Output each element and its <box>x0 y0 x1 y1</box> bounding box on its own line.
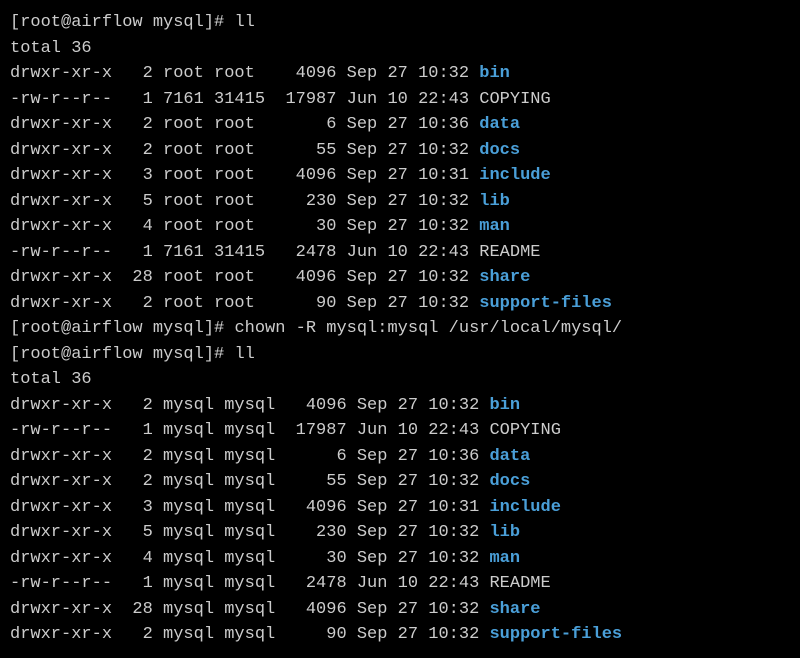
listing-attrs: -rw-r--r-- 1 7161 31415 2478 Jun 10 22:4… <box>10 243 479 262</box>
shell-prompt: [root@airflow mysql]# <box>10 345 234 364</box>
listing-row: -rw-r--r-- 1 7161 31415 17987 Jun 10 22:… <box>10 87 790 113</box>
listing-row: drwxr-xr-x 4 mysql mysql 30 Sep 27 10:32… <box>10 546 790 572</box>
filename: lib <box>479 192 510 211</box>
command-text: ll <box>234 13 254 32</box>
filename: man <box>489 549 520 568</box>
listing-row: drwxr-xr-x 28 root root 4096 Sep 27 10:3… <box>10 265 790 291</box>
filename: share <box>479 268 530 287</box>
prompt-line[interactable]: [root@airflow mysql]# ll <box>10 342 790 368</box>
listing-row: drwxr-xr-x 4 root root 30 Sep 27 10:32 m… <box>10 214 790 240</box>
listing-attrs: drwxr-xr-x 28 root root 4096 Sep 27 10:3… <box>10 268 479 287</box>
listing-row: -rw-r--r-- 1 mysql mysql 2478 Jun 10 22:… <box>10 571 790 597</box>
listing-attrs: drwxr-xr-x 2 root root 90 Sep 27 10:32 <box>10 294 479 313</box>
filename: COPYING <box>479 90 550 109</box>
listing-row: drwxr-xr-x 2 root root 4096 Sep 27 10:32… <box>10 61 790 87</box>
filename: bin <box>489 396 520 415</box>
listing-attrs: drwxr-xr-x 4 root root 30 Sep 27 10:32 <box>10 217 479 236</box>
listing-row: -rw-r--r-- 1 7161 31415 2478 Jun 10 22:4… <box>10 240 790 266</box>
filename: support-files <box>489 625 622 644</box>
listing-attrs: -rw-r--r-- 1 7161 31415 17987 Jun 10 22:… <box>10 90 479 109</box>
listing-attrs: drwxr-xr-x 4 mysql mysql 30 Sep 27 10:32 <box>10 549 489 568</box>
listing-attrs: drwxr-xr-x 5 root root 230 Sep 27 10:32 <box>10 192 479 211</box>
listing-row: drwxr-xr-x 2 mysql mysql 4096 Sep 27 10:… <box>10 393 790 419</box>
listing-row: drwxr-xr-x 2 root root 55 Sep 27 10:32 d… <box>10 138 790 164</box>
filename: support-files <box>479 294 612 313</box>
listing-row: drwxr-xr-x 2 root root 90 Sep 27 10:32 s… <box>10 291 790 317</box>
command-text: chown -R mysql:mysql /usr/local/mysql/ <box>234 319 622 338</box>
prompt-line[interactable]: [root@airflow mysql]# chown -R mysql:mys… <box>10 316 790 342</box>
listing-row: drwxr-xr-x 2 mysql mysql 55 Sep 27 10:32… <box>10 469 790 495</box>
listing-attrs: drwxr-xr-x 2 root root 4096 Sep 27 10:32 <box>10 64 479 83</box>
listing-row: -rw-r--r-- 1 mysql mysql 17987 Jun 10 22… <box>10 418 790 444</box>
filename: man <box>479 217 510 236</box>
total-line: total 36 <box>10 367 790 393</box>
shell-prompt: [root@airflow mysql]# <box>10 13 234 32</box>
filename: data <box>489 447 530 466</box>
filename: lib <box>489 523 520 542</box>
listing-attrs: drwxr-xr-x 5 mysql mysql 230 Sep 27 10:3… <box>10 523 489 542</box>
filename: README <box>479 243 540 262</box>
filename: COPYING <box>489 421 560 440</box>
listing-attrs: drwxr-xr-x 2 mysql mysql 90 Sep 27 10:32 <box>10 625 489 644</box>
listing-attrs: drwxr-xr-x 28 mysql mysql 4096 Sep 27 10… <box>10 600 489 619</box>
listing-row: drwxr-xr-x 3 mysql mysql 4096 Sep 27 10:… <box>10 495 790 521</box>
filename: data <box>479 115 520 134</box>
listing-row: drwxr-xr-x 28 mysql mysql 4096 Sep 27 10… <box>10 597 790 623</box>
filename: docs <box>489 472 530 491</box>
listing-attrs: drwxr-xr-x 3 mysql mysql 4096 Sep 27 10:… <box>10 498 489 517</box>
listing-row: drwxr-xr-x 5 mysql mysql 230 Sep 27 10:3… <box>10 520 790 546</box>
listing-attrs: drwxr-xr-x 2 root root 55 Sep 27 10:32 <box>10 141 479 160</box>
listing-attrs: drwxr-xr-x 2 mysql mysql 55 Sep 27 10:32 <box>10 472 489 491</box>
listing-attrs: drwxr-xr-x 2 root root 6 Sep 27 10:36 <box>10 115 479 134</box>
listing-attrs: drwxr-xr-x 3 root root 4096 Sep 27 10:31 <box>10 166 479 185</box>
filename: bin <box>479 64 510 83</box>
listing-attrs: drwxr-xr-x 2 mysql mysql 4096 Sep 27 10:… <box>10 396 489 415</box>
total-line: total 36 <box>10 36 790 62</box>
listing-attrs: -rw-r--r-- 1 mysql mysql 17987 Jun 10 22… <box>10 421 489 440</box>
listing-row: drwxr-xr-x 2 mysql mysql 6 Sep 27 10:36 … <box>10 444 790 470</box>
listing-attrs: drwxr-xr-x 2 mysql mysql 6 Sep 27 10:36 <box>10 447 489 466</box>
filename: docs <box>479 141 520 160</box>
filename: include <box>489 498 560 517</box>
listing-row: drwxr-xr-x 2 root root 6 Sep 27 10:36 da… <box>10 112 790 138</box>
listing-attrs: -rw-r--r-- 1 mysql mysql 2478 Jun 10 22:… <box>10 574 489 593</box>
terminal-output[interactable]: [root@airflow mysql]# lltotal 36drwxr-xr… <box>10 10 790 648</box>
shell-prompt: [root@airflow mysql]# <box>10 319 234 338</box>
filename: include <box>479 166 550 185</box>
listing-row: drwxr-xr-x 3 root root 4096 Sep 27 10:31… <box>10 163 790 189</box>
prompt-line[interactable]: [root@airflow mysql]# ll <box>10 10 790 36</box>
listing-row: drwxr-xr-x 5 root root 230 Sep 27 10:32 … <box>10 189 790 215</box>
listing-row: drwxr-xr-x 2 mysql mysql 90 Sep 27 10:32… <box>10 622 790 648</box>
filename: README <box>489 574 550 593</box>
command-text: ll <box>234 345 254 364</box>
filename: share <box>489 600 540 619</box>
